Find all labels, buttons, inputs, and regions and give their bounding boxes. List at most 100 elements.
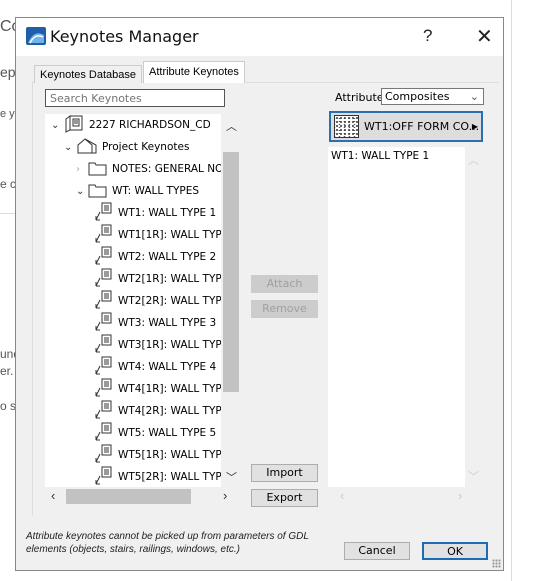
keynote-icon bbox=[94, 378, 114, 401]
tree-item-label: WT2[1R]: WALL TYPE bbox=[118, 273, 221, 285]
attach-button[interactable]: Attach bbox=[251, 275, 318, 293]
tree-item[interactable]: WT5[1R]: WALL TYPE bbox=[94, 444, 221, 467]
attached-keynotes-list[interactable]: WT1: WALL TYPE 1 bbox=[328, 147, 465, 487]
keynote-icon bbox=[94, 422, 114, 445]
keynote-icon bbox=[94, 246, 114, 269]
folder-icon bbox=[88, 182, 108, 201]
scroll-right-icon[interactable]: › bbox=[458, 488, 462, 503]
database-icon bbox=[63, 114, 85, 136]
tree-item-label: WT5[1R]: WALL TYPE bbox=[118, 449, 221, 461]
ok-button[interactable]: OK bbox=[422, 542, 488, 560]
composite-pattern-swatch-icon bbox=[334, 115, 359, 138]
tree-horizontal-scrollbar[interactable]: ‹ › bbox=[45, 487, 240, 505]
keynote-icon bbox=[94, 290, 114, 313]
tree-item-label: Project Keynotes bbox=[102, 141, 190, 153]
house-icon bbox=[76, 137, 98, 158]
scroll-thumb[interactable] bbox=[223, 152, 239, 392]
keynote-icon bbox=[94, 466, 114, 488]
keynotes-manager-dialog: Keynotes Manager ? ✕ Keynotes Database A… bbox=[15, 17, 504, 571]
tree-item-label: WT3[1R]: WALL TYPE bbox=[118, 339, 221, 351]
chevron-right-icon[interactable]: › bbox=[76, 164, 88, 175]
selected-attribute-button[interactable]: WT1:OFF FORM CO... ▶ bbox=[329, 111, 483, 142]
keynote-icon bbox=[94, 312, 114, 335]
attribute-type-value: Composites bbox=[385, 90, 450, 103]
info-note: Attribute keynotes cannot be picked up f… bbox=[26, 531, 309, 555]
keynote-icon bbox=[94, 202, 114, 225]
tree-item-label: NOTES: GENERAL NOT bbox=[112, 163, 221, 175]
tab-keynotes-database[interactable]: Keynotes Database bbox=[34, 65, 143, 83]
triangle-right-icon: ▶ bbox=[471, 122, 478, 131]
bg-text: o s bbox=[0, 399, 17, 413]
tree-item-label: WT5[2R]: WALL TYPE bbox=[118, 471, 221, 483]
tree-item[interactable]: WT4: WALL TYPE 4 bbox=[94, 356, 217, 379]
bg-divider bbox=[0, 213, 15, 214]
keynote-icon bbox=[94, 400, 114, 423]
chevron-down-icon: ⌄ bbox=[469, 90, 479, 103]
resize-grip-icon[interactable] bbox=[492, 559, 501, 568]
tree-item[interactable]: WT2[1R]: WALL TYPE bbox=[94, 268, 221, 291]
tree-item[interactable]: WT1[1R]: WALL TYPE bbox=[94, 224, 221, 247]
tree-item[interactable]: WT5[2R]: WALL TYPE bbox=[94, 466, 221, 488]
folder-icon bbox=[88, 160, 108, 179]
tab-attribute-keynotes[interactable]: Attribute Keynotes bbox=[143, 61, 245, 83]
tree-item[interactable]: › NOTES: GENERAL NOT bbox=[76, 159, 221, 179]
export-button[interactable]: Export bbox=[251, 489, 318, 507]
dialog-title: Keynotes Manager bbox=[50, 27, 199, 46]
keynote-icon bbox=[94, 356, 114, 379]
tree-item-label: WT4: WALL TYPE 4 bbox=[118, 361, 217, 373]
bg-text: ep bbox=[0, 64, 16, 80]
tree-item[interactable]: ⌄ Project Keynotes bbox=[64, 137, 189, 157]
keynote-icon bbox=[94, 268, 114, 291]
close-button[interactable]: ✕ bbox=[476, 24, 493, 49]
chevron-down-icon[interactable]: ⌄ bbox=[51, 120, 63, 131]
scroll-left-icon[interactable]: ‹ bbox=[340, 488, 344, 503]
tree-item[interactable]: ⌄ WT: WALL TYPES bbox=[76, 181, 199, 201]
cancel-button[interactable]: Cancel bbox=[344, 542, 410, 560]
title-bar[interactable]: Keynotes Manager ? ✕ bbox=[16, 18, 503, 56]
bg-divider bbox=[511, 0, 512, 581]
search-input[interactable] bbox=[45, 89, 225, 107]
keynote-tree[interactable]: ⌄ 2227 RICHARDSON_CD ⌄ Project Keynotes › NOT… bbox=[45, 114, 221, 487]
list-item[interactable]: WT1: WALL TYPE 1 bbox=[331, 150, 462, 162]
help-button[interactable]: ? bbox=[423, 26, 432, 46]
tree-item-label: WT: WALL TYPES bbox=[112, 185, 200, 197]
keynote-icon bbox=[94, 444, 114, 467]
tree-item-label: 2227 RICHARDSON_CD bbox=[89, 119, 211, 131]
tree-item-label: WT3: WALL TYPE 3 bbox=[118, 317, 217, 329]
attribute-type-select[interactable]: Composites ⌄ bbox=[381, 88, 484, 105]
keynote-icon bbox=[94, 224, 114, 247]
chevron-down-icon[interactable]: ⌄ bbox=[64, 142, 76, 153]
import-button[interactable]: Import bbox=[251, 464, 318, 482]
chevron-down-icon[interactable]: ⌄ bbox=[76, 186, 88, 197]
scroll-right-icon[interactable]: › bbox=[223, 488, 227, 503]
tree-item[interactable]: WT4[1R]: WALL TYPE bbox=[94, 378, 221, 401]
scroll-up-icon[interactable]: ︿ bbox=[226, 118, 237, 134]
tree-item-label: WT5: WALL TYPE 5 bbox=[118, 427, 217, 439]
attribute-label: Attribute bbox=[335, 91, 384, 104]
keynote-icon bbox=[94, 334, 114, 357]
tree-item-label: WT1[1R]: WALL TYPE bbox=[118, 229, 221, 241]
tree-item-label: WT4[1R]: WALL TYPE bbox=[118, 383, 221, 395]
scroll-thumb[interactable] bbox=[66, 489, 191, 504]
remove-button[interactable]: Remove bbox=[251, 300, 318, 318]
tree-vertical-scrollbar[interactable]: ︿ ﹀ bbox=[221, 114, 240, 487]
scroll-left-icon[interactable]: ‹ bbox=[51, 488, 55, 503]
scroll-up-icon[interactable]: ︿ bbox=[468, 152, 479, 168]
tree-item[interactable]: WT1: WALL TYPE 1 bbox=[94, 202, 217, 225]
tree-item[interactable]: ⌄ 2227 RICHARDSON_CD bbox=[51, 114, 211, 136]
selected-attribute-label: WT1:OFF FORM CO... bbox=[364, 120, 480, 133]
tree-item[interactable]: WT2[2R]: WALL TYPE bbox=[94, 290, 221, 313]
tree-item[interactable]: WT3[1R]: WALL TYPE bbox=[94, 334, 221, 357]
bg-text: er. bbox=[0, 364, 14, 378]
archicad-logo-icon bbox=[26, 27, 46, 45]
tree-item[interactable]: WT3: WALL TYPE 3 bbox=[94, 312, 217, 335]
tree-item[interactable]: WT5: WALL TYPE 5 bbox=[94, 422, 217, 445]
tree-item-label: WT4[2R]: WALL TYPE bbox=[118, 405, 221, 417]
scroll-down-icon[interactable]: ﹀ bbox=[226, 469, 237, 485]
tree-item[interactable]: WT4[2R]: WALL TYPE bbox=[94, 400, 221, 423]
tree-item[interactable]: WT2: WALL TYPE 2 bbox=[94, 246, 217, 269]
tree-item-label: WT2: WALL TYPE 2 bbox=[118, 251, 217, 263]
tree-item-label: WT1: WALL TYPE 1 bbox=[118, 207, 217, 219]
tree-item-label: WT2[2R]: WALL TYPE bbox=[118, 295, 221, 307]
scroll-down-icon[interactable]: ﹀ bbox=[468, 468, 479, 484]
